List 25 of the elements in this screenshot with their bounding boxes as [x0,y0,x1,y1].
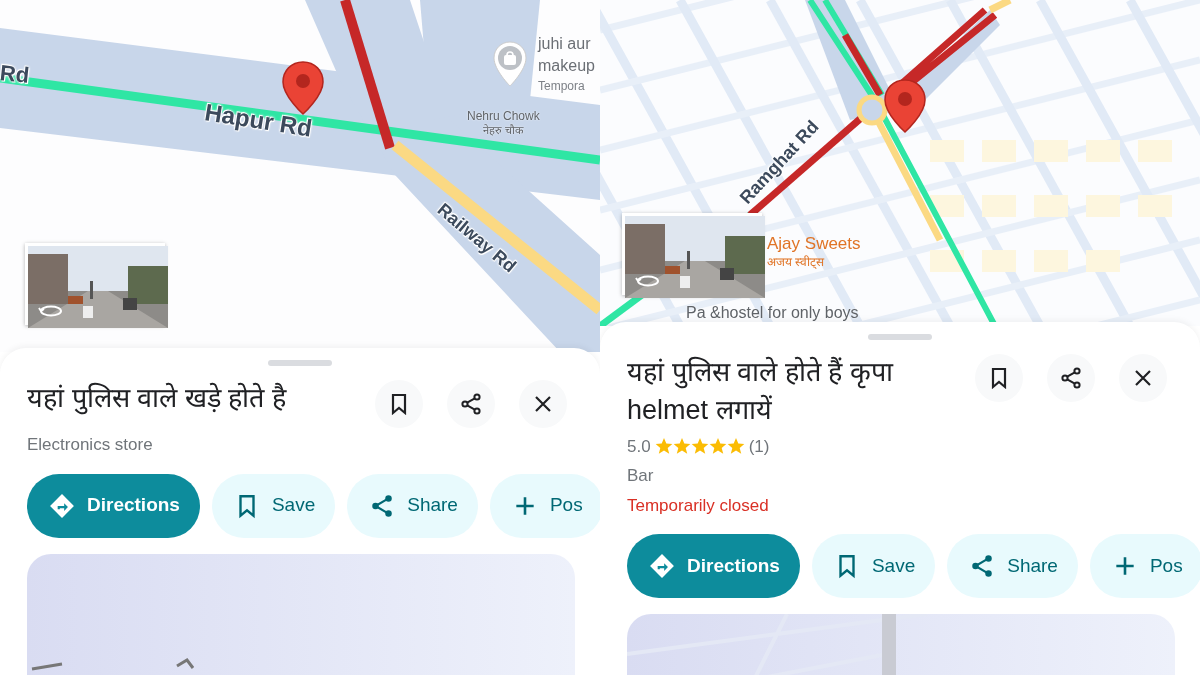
area-label: नेहरु चौक [483,125,524,136]
save-button[interactable]: Save [211,473,336,538]
area-label: Pa &hostel for only boys [686,305,859,321]
place-status-label: Tempora [538,80,585,92]
place-category: Electronics store [27,434,154,456]
add-button[interactable]: Pos [489,473,600,538]
place-label: makeup [538,58,595,74]
road-label: Hapur Rd [203,100,314,141]
road-label: Rd [0,62,31,87]
place-title: यहां पुलिस वाले होते हैं कृपा helmet लगायें [627,355,895,427]
shop-label: अजय स्वीट्स [767,256,825,268]
directions-button[interactable]: Directions [27,473,200,538]
save-button[interactable]: Save [811,534,936,599]
share-button[interactable]: Share [347,473,478,538]
rating-value: 5.0 [627,435,651,458]
place-label: juhi aur [538,36,591,52]
place-title: यहां पुलिस वाले खड़े होते है [27,381,288,417]
directions-button[interactable]: Directions [627,534,800,599]
shop-label: Ajay Sweets [767,235,861,252]
review-count: (1) [748,435,770,458]
share-button[interactable]: Share [947,534,1078,599]
add-button[interactable]: Pos [1089,534,1200,599]
place-category: Bar [627,465,655,488]
business-status: Temporarily closed [627,494,770,517]
area-label: Nehru Chowk [467,110,540,122]
